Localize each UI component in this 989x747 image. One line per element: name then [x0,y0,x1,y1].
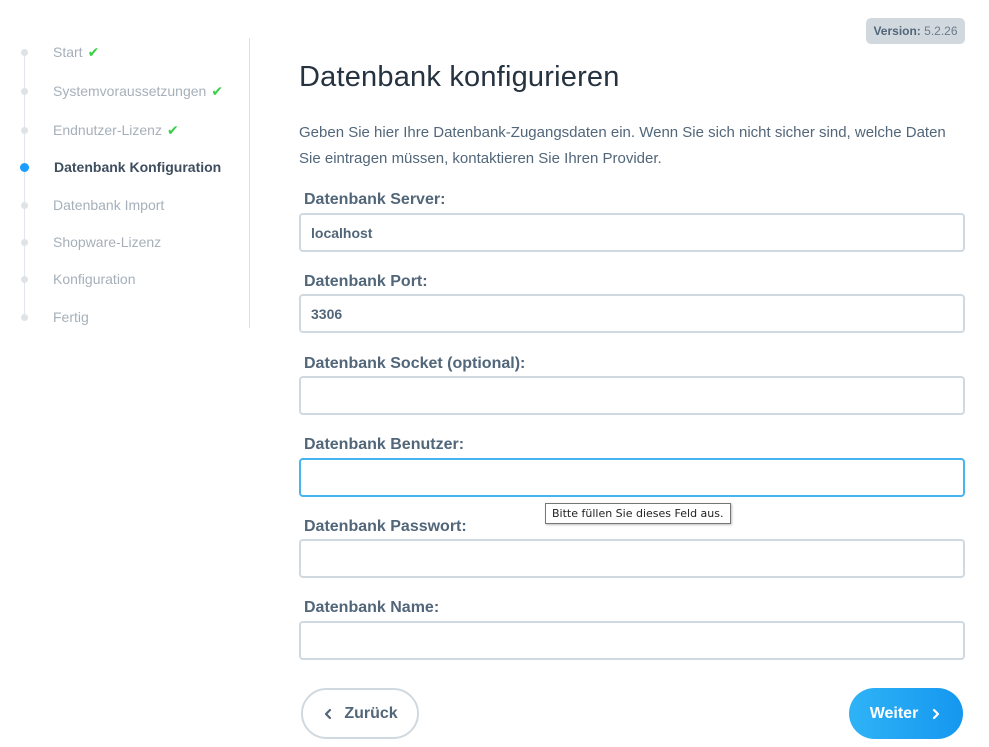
step-label: Endnutzer-Lizenz [53,122,162,138]
step-shopware-lizenz: Shopware-Lizenz [0,231,240,253]
step-active-dot [20,163,29,172]
port-label: Datenbank Port: [304,273,428,290]
step-start: Start ✔ [0,41,240,63]
installer-steps-sidebar: Start ✔ Systemvoraussetzungen ✔ Endnutzer-… [0,38,250,328]
step-endnutzer-lizenz: Endnutzer-Lizenz ✔ [0,119,240,141]
checkmark-icon: ✔ [166,122,179,138]
step-label: Shopware-Lizenz [53,234,162,250]
step-fertig: Fertig [0,306,240,328]
step-dot [21,239,28,246]
chevron-right-icon [933,708,940,719]
user-label: Datenbank Benutzer: [304,436,465,453]
next-button[interactable]: Weiter [849,688,963,739]
step-label: Fertig [53,309,89,325]
step-datenbank-import: Datenbank Import [0,194,240,216]
checkmark-icon: ✔ [87,44,100,60]
back-button[interactable]: Zurück [301,688,419,739]
back-button-label: Zurück [344,704,398,722]
checkmark-icon: ✔ [211,83,224,99]
step-dot [21,276,28,283]
port-input[interactable] [299,294,965,333]
step-datenbank-konfiguration: Datenbank Konfiguration [0,156,240,178]
step-label: Konfiguration [53,271,136,287]
intro-text: Geben Sie hier Ihre Datenbank-Zugangsdat… [299,124,946,167]
server-input[interactable] [299,213,965,252]
chevron-left-icon [325,708,332,719]
step-label: Datenbank Konfiguration [54,159,222,175]
step-dot [21,88,28,95]
step-label: Datenbank Import [53,197,165,213]
step-konfiguration: Konfiguration [0,268,240,290]
socket-label: Datenbank Socket (optional): [304,355,526,372]
step-dot [21,202,28,209]
password-input[interactable] [299,539,965,578]
dbname-input[interactable] [299,621,965,660]
page-title: Datenbank konfigurieren [299,61,620,93]
step-dot [21,49,28,56]
step-dot [21,314,28,321]
validation-tooltip: Bitte füllen Sie dieses Feld aus. [545,503,731,524]
user-input[interactable] [299,458,965,497]
socket-input[interactable] [299,376,965,415]
step-label: Start [53,44,83,60]
next-button-label: Weiter [869,704,919,722]
password-label: Datenbank Passwort: [304,518,467,535]
server-label: Datenbank Server: [304,191,446,208]
version-badge: Version: 5.2.26 [866,18,965,44]
version-label: Version: [873,24,921,38]
step-dot [21,127,28,134]
version-value: 5.2.26 [924,24,958,38]
step-label: Systemvoraussetzungen [53,83,207,99]
dbname-label: Datenbank Name: [304,599,440,616]
step-systemvoraussetzungen: Systemvoraussetzungen ✔ [0,80,240,102]
